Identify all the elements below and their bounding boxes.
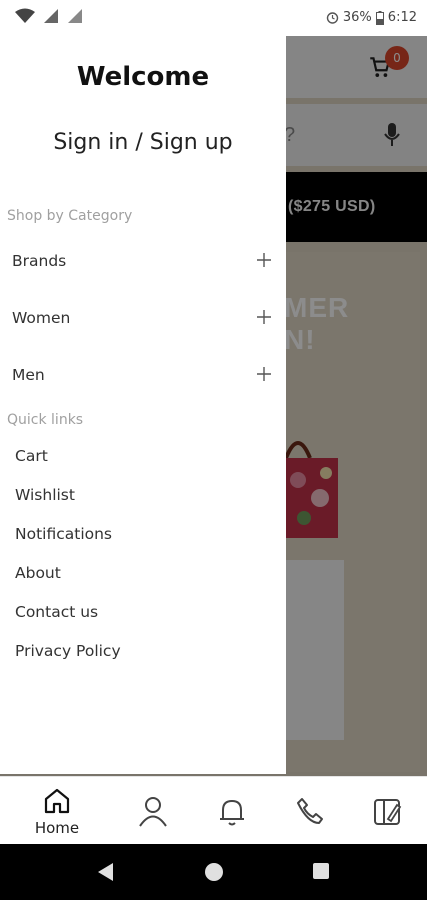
user-icon: [139, 797, 167, 827]
bell-icon: [220, 799, 244, 826]
nav-notifications[interactable]: [192, 777, 272, 845]
navigation-drawer: Welcome Sign in / Sign up Shop by Catego…: [0, 36, 286, 774]
catalog-icon: [374, 799, 402, 825]
clock: 6:12: [387, 10, 417, 25]
phone-icon: [297, 798, 323, 824]
nav-home[interactable]: Home: [17, 777, 97, 845]
drawer-title: Welcome: [76, 62, 210, 92]
quick-link-wishlist[interactable]: Wishlist: [15, 486, 75, 504]
quick-link-about[interactable]: About: [15, 564, 61, 582]
sign-in-link[interactable]: Sign in / Sign up: [0, 130, 286, 155]
nav-catalog[interactable]: [348, 777, 427, 845]
plus-icon[interactable]: [256, 252, 272, 268]
quick-link-cart[interactable]: Cart: [15, 447, 48, 465]
signal-icon: [44, 9, 58, 23]
alarm-icon: [326, 12, 339, 24]
category-label: Men: [12, 366, 45, 384]
status-icons-right: 36% 6:12: [326, 10, 417, 25]
quick-link-contact-us[interactable]: Contact us: [15, 603, 98, 621]
signal-icon-2: [68, 9, 82, 23]
home-icon: [44, 788, 70, 814]
nav-account[interactable]: [113, 777, 193, 845]
quick-link-notifications[interactable]: Notifications: [15, 525, 112, 543]
plus-icon[interactable]: [256, 309, 272, 325]
quick-links-label: Quick links: [7, 412, 84, 428]
category-label: Women: [12, 309, 71, 327]
category-item-men[interactable]: Men: [0, 356, 286, 396]
back-icon[interactable]: [96, 862, 114, 882]
quick-link-privacy-policy[interactable]: Privacy Policy: [15, 642, 121, 660]
shop-by-category-label: Shop by Category: [7, 208, 133, 224]
plus-icon[interactable]: [256, 366, 272, 382]
category-item-brands[interactable]: Brands: [0, 242, 286, 282]
category-label: Brands: [12, 252, 67, 270]
recents-icon[interactable]: [312, 862, 330, 880]
nav-home-label: Home: [34, 819, 80, 837]
nav-contact[interactable]: [270, 777, 350, 845]
home-button-icon[interactable]: [204, 862, 224, 882]
battery-percent: 36%: [342, 10, 372, 25]
bottom-navigation: Home: [0, 776, 427, 844]
category-item-women[interactable]: Women: [0, 299, 286, 339]
wifi-icon: [15, 8, 35, 23]
battery-icon: [375, 10, 384, 25]
system-navigation-bar: [0, 844, 427, 900]
status-icons-left: [14, 8, 84, 24]
status-bar: 36% 6:12: [0, 0, 427, 36]
